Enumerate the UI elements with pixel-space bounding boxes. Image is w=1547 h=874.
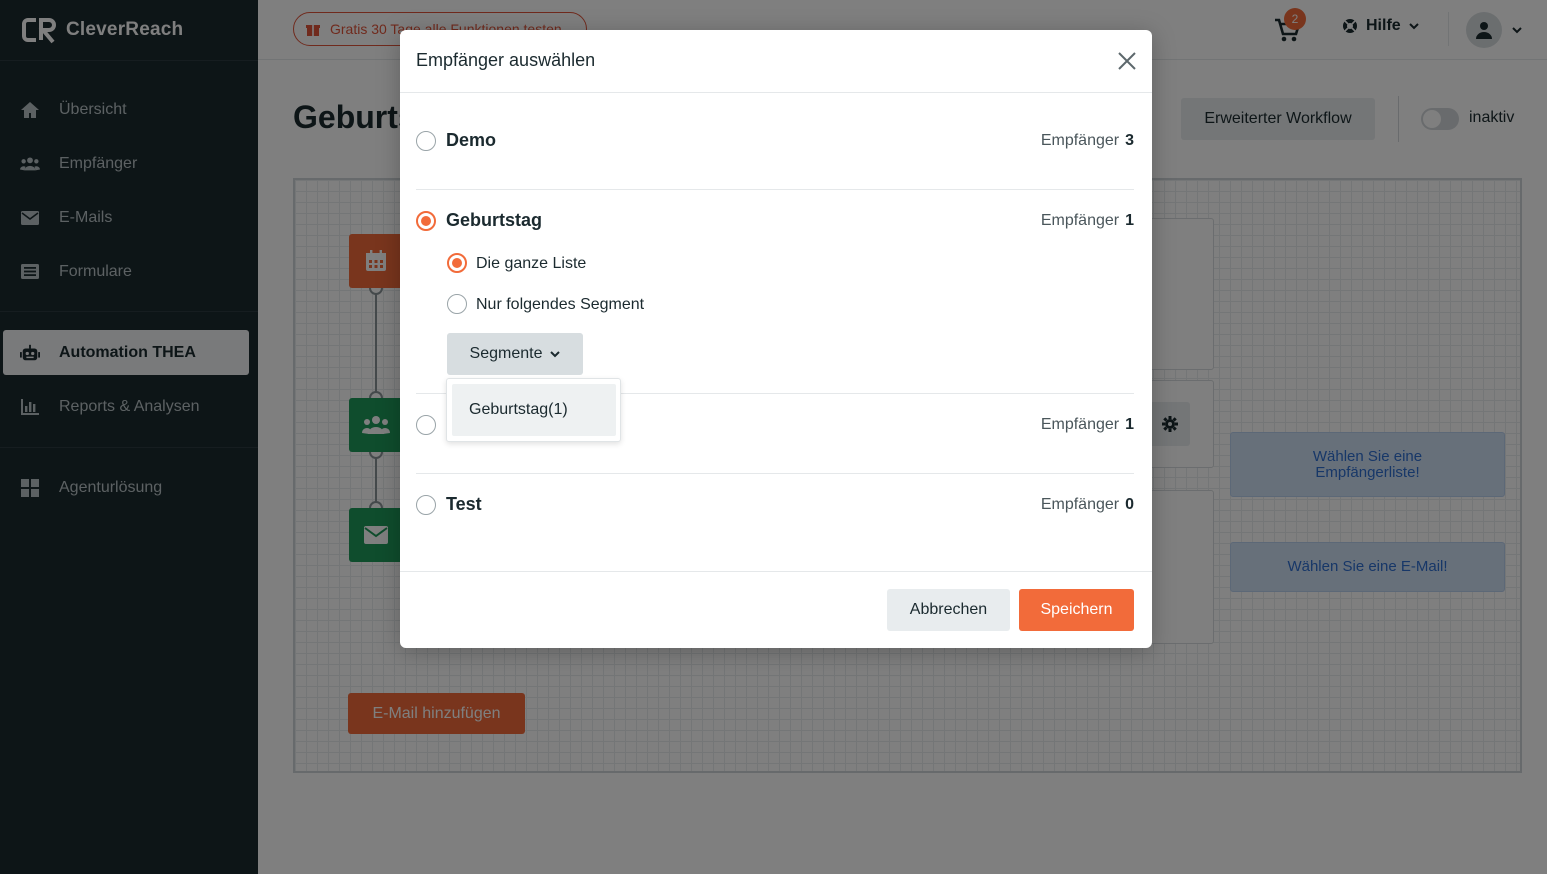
chevron-down-icon xyxy=(550,351,561,358)
count-value: 3 xyxy=(1125,132,1134,149)
recipient-count: Empfänger 3 xyxy=(960,132,1134,150)
list-divider xyxy=(416,189,1134,190)
recipient-count: Empfänger 1 xyxy=(960,212,1134,230)
list-radio-test[interactable] xyxy=(416,495,436,515)
option-radio-segment[interactable] xyxy=(447,294,467,314)
modal-footer-divider xyxy=(400,571,1152,572)
count-label: Empfänger xyxy=(1040,416,1120,433)
segments-dropdown-button[interactable]: Segmente xyxy=(447,333,583,375)
count-value: 1 xyxy=(1125,416,1134,433)
modal-title: Empfänger auswählen xyxy=(416,50,596,70)
list-divider xyxy=(416,473,1134,474)
option-label-whole-list: Die ganze Liste xyxy=(476,255,587,272)
cancel-button[interactable]: Abbrechen xyxy=(887,589,1010,631)
count-label: Empfänger xyxy=(1040,212,1120,229)
list-name: Demo xyxy=(446,130,497,150)
option-label-segment: Nur folgendes Segment xyxy=(476,296,645,313)
list-radio-geburtstag[interactable] xyxy=(416,211,436,231)
recipient-count: Empfänger 1 xyxy=(960,416,1134,434)
select-recipients-modal: Empfänger auswählen Demo Empfänger 3 Gebu… xyxy=(400,30,1152,648)
segments-label: Segmente xyxy=(469,345,543,362)
recipient-count: Empfänger 0 xyxy=(960,496,1134,514)
segment-option[interactable]: Geburtstag(1) xyxy=(452,384,616,436)
list-name: Test xyxy=(446,494,482,514)
count-label: Empfänger xyxy=(1040,132,1120,149)
option-radio-whole-list[interactable] xyxy=(447,253,467,273)
list-radio-demo[interactable] xyxy=(416,131,436,151)
close-icon[interactable] xyxy=(1116,50,1138,72)
list-name: Geburtstag xyxy=(446,210,543,230)
count-label: Empfänger xyxy=(1040,496,1120,513)
list-radio-third[interactable] xyxy=(416,415,436,435)
count-value: 0 xyxy=(1125,496,1134,513)
count-value: 1 xyxy=(1125,212,1134,229)
segments-dropdown-menu: Geburtstag(1) xyxy=(446,378,621,442)
modal-header: Empfänger auswählen xyxy=(400,30,1152,93)
save-button[interactable]: Speichern xyxy=(1019,589,1134,631)
